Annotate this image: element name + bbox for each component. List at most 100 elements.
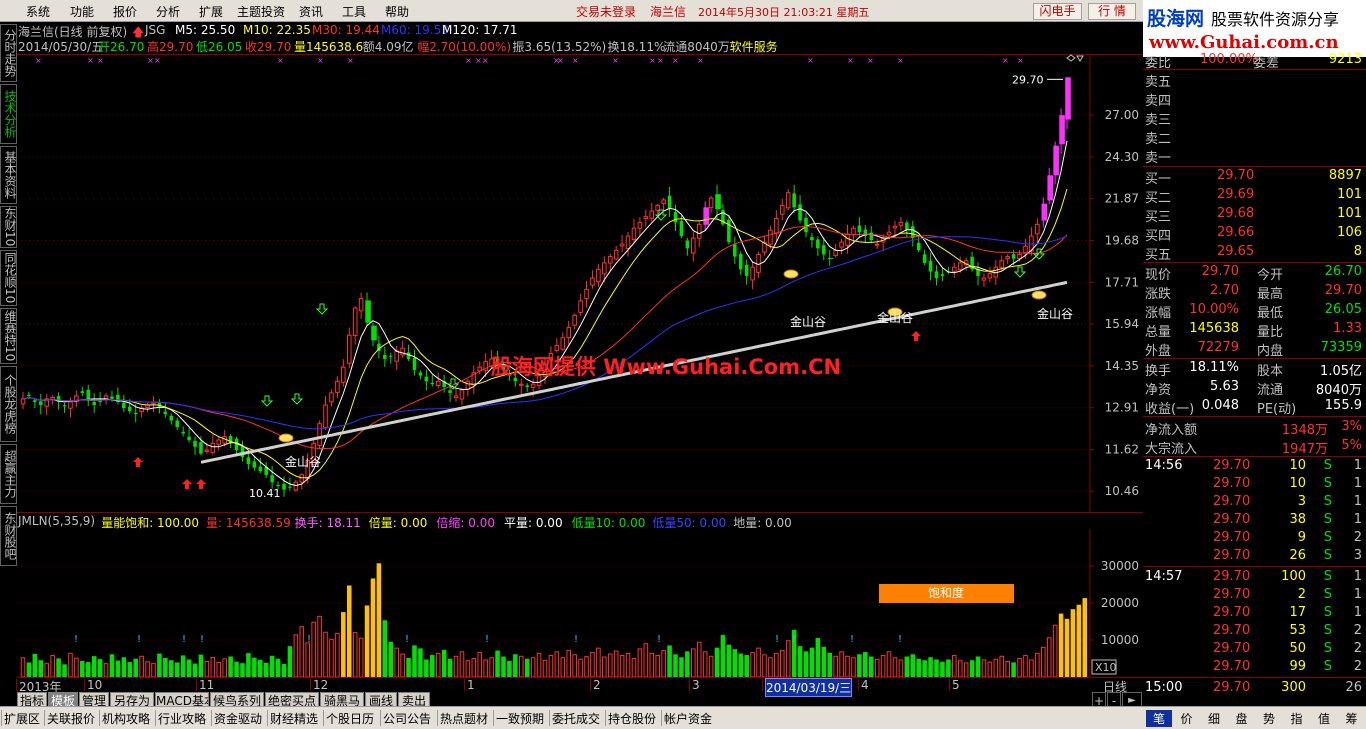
- bottom-tab[interactable]: 帐户资金: [664, 710, 712, 727]
- bottom-tab[interactable]: 个股日历: [326, 710, 374, 727]
- tick-count: 2: [1353, 530, 1362, 545]
- menu-help[interactable]: 帮助: [385, 3, 409, 20]
- bottom-tab[interactable]: 一致预期: [496, 710, 544, 727]
- bottom-tab[interactable]: 关联报价: [47, 710, 95, 727]
- signal-marker: ×: [612, 56, 619, 65]
- volume-bar: [898, 659, 904, 677]
- tick-price: 29.70: [1213, 494, 1251, 509]
- chart-info-line: 2014/05/30/五 开26.70 高29.70 低26.05 收29.70 量14…: [18, 38, 1090, 54]
- volume-bar: [667, 645, 672, 677]
- bottom-tab[interactable]: 扩展区: [4, 710, 40, 727]
- tab-dragon-tiger[interactable]: 个股龙虎榜: [0, 366, 17, 442]
- volume-signal-marker: !: [792, 634, 796, 645]
- signal-marker: ×: [1017, 56, 1024, 65]
- bottom-tab[interactable]: 资金驱动: [214, 710, 262, 727]
- ask-row: 卖三: [1143, 108, 1366, 128]
- menu-extend[interactable]: 扩展: [199, 3, 223, 20]
- tab-eastmoney10[interactable]: 东财10: [0, 206, 17, 248]
- tick-row: 29.70 53 S 2: [1143, 622, 1366, 640]
- ask-row: 卖一: [1143, 146, 1366, 166]
- volume-bar: [1005, 660, 1010, 677]
- stat-row: 外盘 72279 内盘 73359: [1143, 339, 1366, 359]
- candle-body: [270, 475, 274, 483]
- quote-view-tab[interactable]: 盘: [1229, 710, 1255, 727]
- left-tab-strip: 分时走势 技术分析 基本资料 东财10 同花顺10 维赛特10 个股龙虎榜 超赢…: [0, 22, 17, 706]
- tab-ths10[interactable]: 同花顺10: [0, 250, 17, 306]
- volume-bar: [649, 652, 655, 677]
- tick-volume: 100: [1281, 569, 1306, 584]
- tab-fundamentals[interactable]: 基本资料: [0, 146, 17, 204]
- quote-view-tab[interactable]: 指: [1284, 710, 1310, 727]
- volume-bar: [163, 658, 168, 677]
- quote-view-tab[interactable]: 细: [1201, 710, 1227, 727]
- tab-wst10[interactable]: 维赛特10: [0, 308, 17, 364]
- tab-guba[interactable]: 东财股吧: [0, 506, 17, 566]
- candle-body: [110, 396, 114, 399]
- bottom-tab[interactable]: 委托成交: [552, 710, 600, 727]
- menu-quote[interactable]: 报价: [113, 3, 137, 20]
- volume-bar: [874, 658, 880, 677]
- menu-function[interactable]: 功能: [70, 3, 94, 20]
- bottom-tab[interactable]: 持仓股份: [608, 710, 656, 727]
- volume-bar: [501, 656, 506, 677]
- stat-label: 今开: [1257, 268, 1284, 283]
- volume-bar: [317, 615, 322, 677]
- quote-view-tab[interactable]: 势: [1256, 710, 1282, 727]
- bid-volume: 106: [1337, 225, 1362, 240]
- stat-label: 最高: [1257, 287, 1284, 302]
- bid-label: 买四: [1145, 229, 1172, 244]
- menu-tools[interactable]: 工具: [342, 3, 366, 20]
- menu-news[interactable]: 资讯: [299, 3, 323, 20]
- candle-body: [804, 217, 808, 233]
- candle: [358, 292, 364, 319]
- candle: [210, 434, 216, 455]
- quote-view-tab[interactable]: 值: [1311, 710, 1337, 727]
- bottom-tab[interactable]: 财经精选: [270, 710, 318, 727]
- tab-main-force[interactable]: 超赢主力: [0, 444, 17, 504]
- volume-bar: [453, 655, 459, 677]
- quote-view-tab[interactable]: 价: [1174, 710, 1200, 727]
- flow-row: 净流入额 1348万 3%: [1143, 418, 1366, 438]
- stat-label: 最低: [1257, 306, 1284, 321]
- volume-bar: [335, 632, 340, 677]
- menu-theme-invest[interactable]: 主题投资: [237, 3, 285, 20]
- signal-marker: ×: [154, 56, 161, 65]
- bottom-tab[interactable]: 公司公告: [383, 710, 431, 727]
- tab-separator: [605, 710, 606, 726]
- volume-bar: [204, 660, 210, 677]
- menu-analysis[interactable]: 分析: [156, 3, 180, 20]
- menu-system[interactable]: 系统: [26, 3, 50, 20]
- bottom-tab[interactable]: 热点题材: [440, 710, 488, 727]
- bottom-tab[interactable]: 机构攻略: [102, 710, 150, 727]
- time-axis-tick: [689, 679, 690, 691]
- volume-bar: [1052, 624, 1058, 677]
- volume-signal-marker: !: [405, 634, 409, 645]
- volume-bar: [394, 647, 399, 677]
- candle-body: [518, 383, 524, 386]
- candle-body: [39, 401, 43, 405]
- ma30-line: [22, 226, 1068, 449]
- tab-technical[interactable]: 技术分析: [0, 84, 17, 144]
- candle-body: [649, 210, 655, 219]
- volume-bar: [750, 652, 755, 677]
- flash-trade-button[interactable]: 闪电手: [1033, 3, 1082, 20]
- signal-marker: ×: [572, 56, 579, 65]
- candle-body: [905, 222, 909, 231]
- stat-value: 1.33: [1333, 321, 1362, 336]
- candle: [412, 349, 417, 376]
- quote-button[interactable]: 行 情: [1088, 3, 1136, 20]
- stat-label: 股本: [1257, 364, 1284, 379]
- candle: [33, 398, 37, 409]
- time-axis-tick: [949, 679, 950, 691]
- volume-chart: 10000 20000 30000!!!!!!!!!!!! ! 饱和度 X10: [17, 529, 1139, 677]
- bottom-tab[interactable]: 行业攻略: [158, 710, 206, 727]
- tab-intraday[interactable]: 分时走势: [0, 24, 17, 82]
- quote-view-tab[interactable]: 笔: [1146, 710, 1172, 727]
- volume-bar: [940, 661, 945, 677]
- candle: [816, 236, 820, 256]
- saturation-label: 饱和度: [928, 585, 964, 600]
- candle-body: [86, 389, 91, 399]
- quote-view-tab[interactable]: 筹: [1339, 710, 1365, 727]
- candle-body: [613, 249, 619, 260]
- ma10-line: [22, 188, 1068, 479]
